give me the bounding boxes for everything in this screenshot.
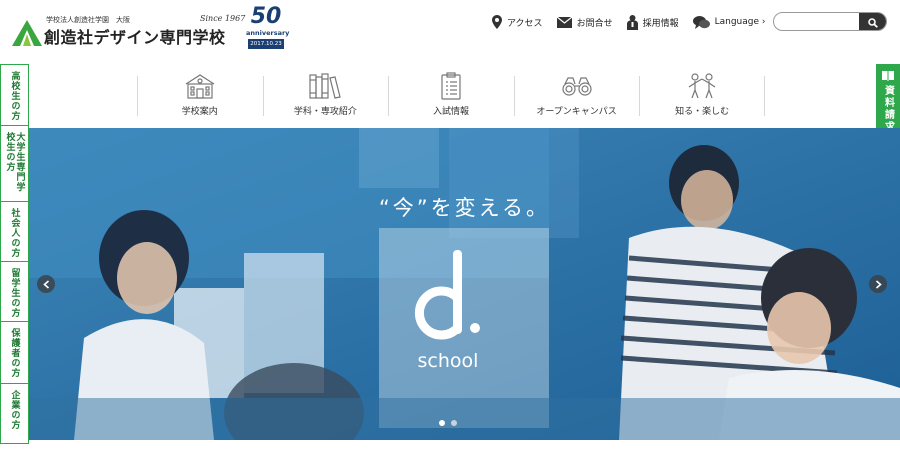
header: 学校法人創造社学園 大阪 創造社デザイン専門学校 Since 1967 50 a… [0,0,900,62]
recruit-label: 採用情報 [642,18,679,29]
nav-open-campus[interactable]: オープンキャンパス [513,62,640,128]
mail-icon [556,16,572,28]
request-materials-label: 資料請求 [882,85,894,133]
sidenav-item-working-adult[interactable]: 社会人の方 [0,202,29,262]
carousel-next-button[interactable] [869,275,887,293]
binoculars-icon [561,77,592,96]
carousel-dots [439,420,463,426]
sidenav-item-highschool[interactable]: 高校生の方 [0,64,29,126]
nav-label: オープンキャンパス [536,107,617,117]
map-pin-icon [492,15,502,29]
sidenav-label: 高校生の方 [9,71,20,121]
school-logo[interactable]: 学校法人創造社学園 大阪 創造社デザイン専門学校 Since 1967 [12,14,245,47]
carousel-dot[interactable] [451,420,457,426]
nav-label: 学科・専攻紹介 [293,107,357,117]
chevron-left-icon [42,279,49,289]
book-icon [882,71,894,81]
anniversary-word: anniversary [246,29,290,37]
nav-label: 学校案内 [181,107,218,117]
nav-label: 知る・楽しむ [675,107,730,117]
anniversary-number: 50 [250,4,282,29]
sidenav-label: 保護者の方 [9,328,20,378]
sidenav-item-university[interactable]: 大学生専門学校生の方 [0,126,29,202]
contact-label: お問合せ [576,18,613,29]
books-icon [309,73,342,99]
logo-title: 創造社デザイン専門学校 [44,28,226,47]
anniversary-date: 2017.10.23 [248,39,284,49]
search-button[interactable] [859,13,886,30]
nav-admissions[interactable]: 入試情報 [388,62,514,128]
nav-learn-enjoy[interactable]: 知る・楽しむ [639,62,765,128]
carousel-prev-button[interactable] [37,275,55,293]
access-link[interactable]: アクセス [492,15,543,29]
audience-sidenav: 高校生の方 大学生専門学校生の方 社会人の方 留学生の方 保護者の方 企業の方 [0,64,29,446]
nav-departments[interactable]: 学科・専攻紹介 [262,62,389,128]
sidenav-label: 社会人の方 [9,208,20,258]
people-icon [688,73,716,99]
search-box [773,12,887,31]
carousel-dot-active[interactable] [439,420,445,426]
search-icon [867,17,878,28]
main-nav: 学校案内 学科・専攻紹介 入試情報 オープンキャンパス 知る・楽しむ [137,62,765,128]
hero-brand: school [417,350,479,372]
logo-since: Since 1967 [200,14,246,23]
person-icon [626,14,638,30]
logo-mark-icon [12,20,42,46]
sidenav-label: 大学生専門学校生の方 [4,132,25,192]
chat-bubbles-icon [692,15,710,29]
hero-tagline: “今”を変える。 [378,196,551,220]
top-nav: アクセス お問合せ 採用情報 Language › [492,12,779,32]
anniversary-badge: 50 anniversary 2017.10.23 [246,4,290,50]
clipboard-icon [441,72,461,100]
sidenav-item-parents[interactable]: 保護者の方 [0,322,29,384]
contact-link[interactable]: お問合せ [556,16,613,29]
sidenav-label: 企業の方 [9,390,20,430]
sidenav-item-international[interactable]: 留学生の方 [0,262,29,322]
d-school-logo-icon [414,250,480,340]
nav-school-guide[interactable]: 学校案内 [137,62,263,128]
hero-carousel: “今”を変える。 school [29,128,900,440]
language-label: Language › [714,17,766,27]
search-input[interactable] [780,15,856,29]
access-label: アクセス [507,18,543,29]
nav-label: 入試情報 [432,107,469,117]
chevron-right-icon [875,279,882,289]
language-link[interactable]: Language › [692,15,766,29]
sidenav-label: 留学生の方 [9,268,20,318]
school-building-icon [185,74,215,99]
sidenav-item-companies[interactable]: 企業の方 [0,384,29,444]
page: 学校法人創造社学園 大阪 創造社デザイン専門学校 Since 1967 50 a… [0,0,900,460]
recruit-link[interactable]: 採用情報 [626,14,679,30]
